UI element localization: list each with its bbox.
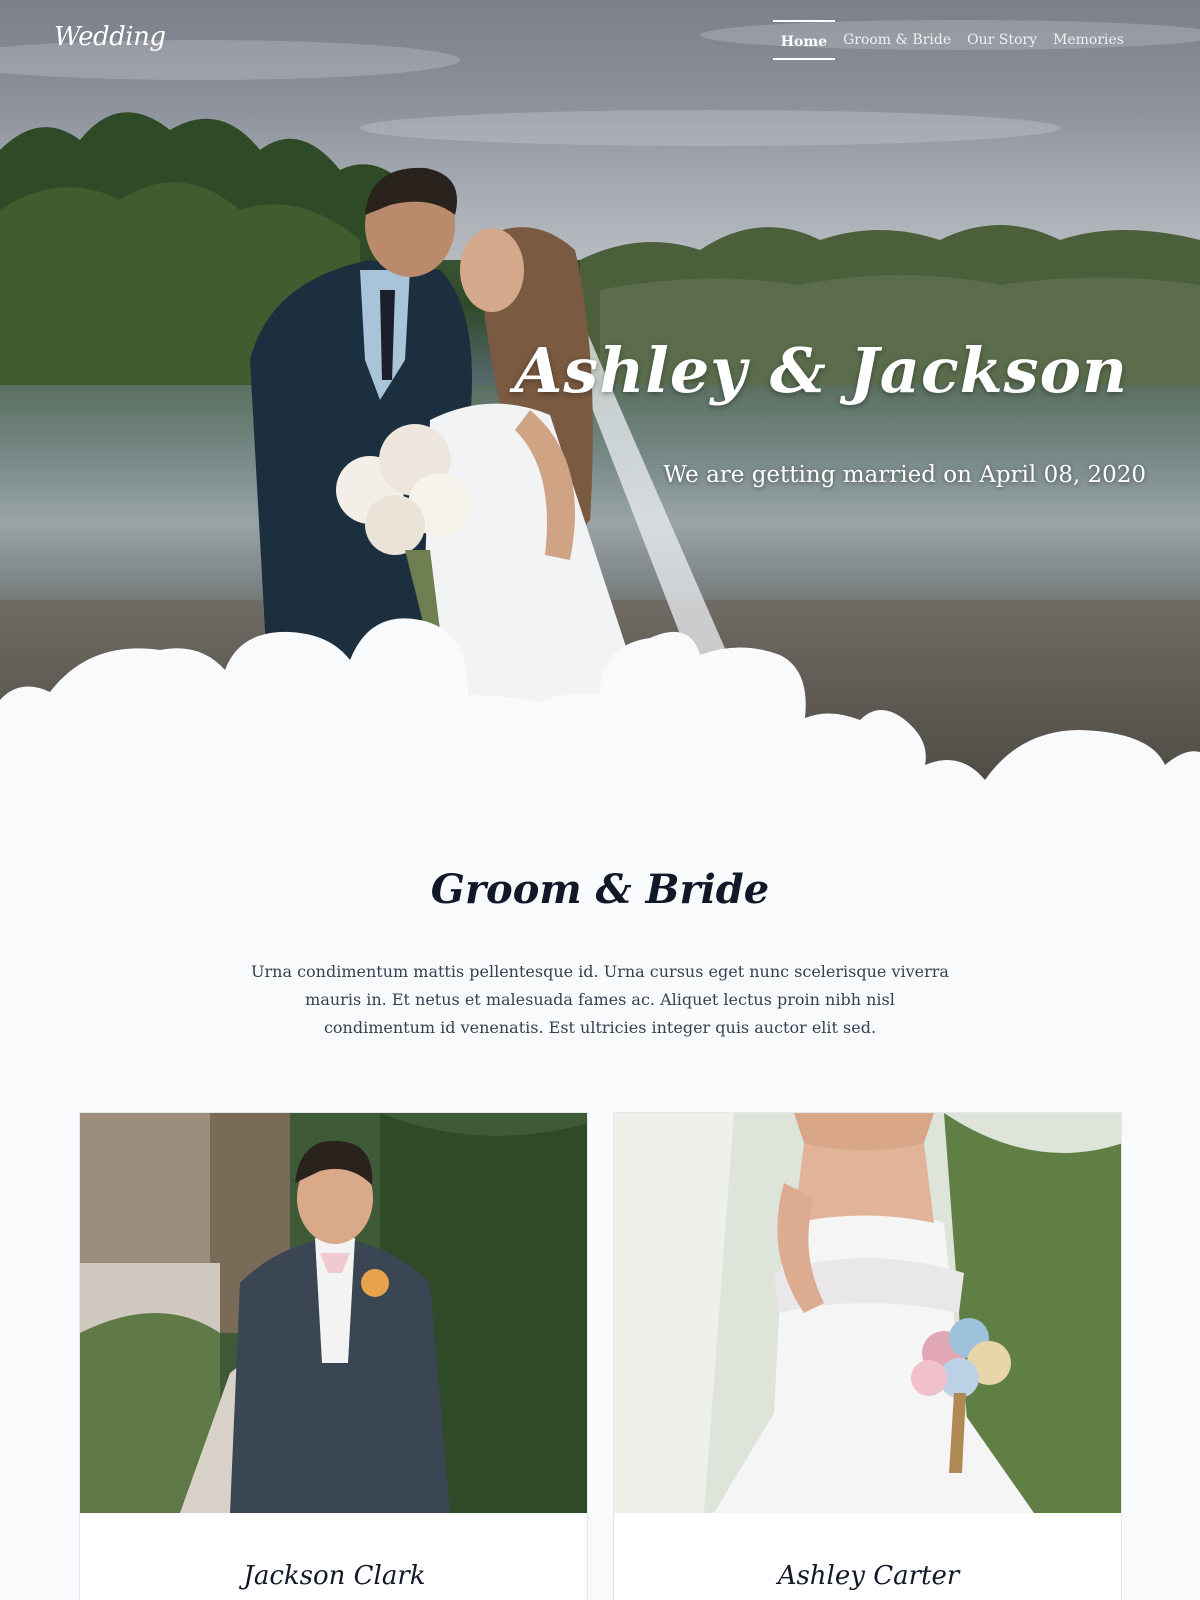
top-navigation: Wedding Home Groom & Bride Our Story Mem… — [0, 0, 1200, 80]
cloud-divider — [0, 618, 1200, 820]
nav-item-our-story[interactable]: Our Story — [959, 20, 1045, 60]
section-title-groom-bride: Groom & Bride — [430, 866, 770, 913]
nav-item-home[interactable]: Home — [772, 20, 836, 60]
bride-card: Ashley Carter — [613, 1112, 1122, 1600]
main-menu: Home Groom & Bride Our Story Memories — [772, 20, 1132, 60]
nav-item-groom-bride[interactable]: Groom & Bride — [835, 20, 959, 60]
site-logo[interactable]: Wedding — [54, 22, 166, 52]
hero-title: Ashley & Jackson — [514, 334, 1128, 407]
bride-photo — [614, 1113, 1121, 1513]
hero-subtitle: We are getting married on April 08, 2020 — [663, 462, 1146, 488]
nav-item-memories[interactable]: Memories — [1045, 20, 1132, 60]
bride-name: Ashley Carter — [777, 1561, 960, 1591]
groom-name: Jackson Clark — [243, 1561, 426, 1591]
section-description: Urna condimentum mattis pellentesque id.… — [251, 962, 949, 1037]
groom-photo — [80, 1113, 587, 1513]
groom-card: Jackson Clark — [79, 1112, 588, 1600]
